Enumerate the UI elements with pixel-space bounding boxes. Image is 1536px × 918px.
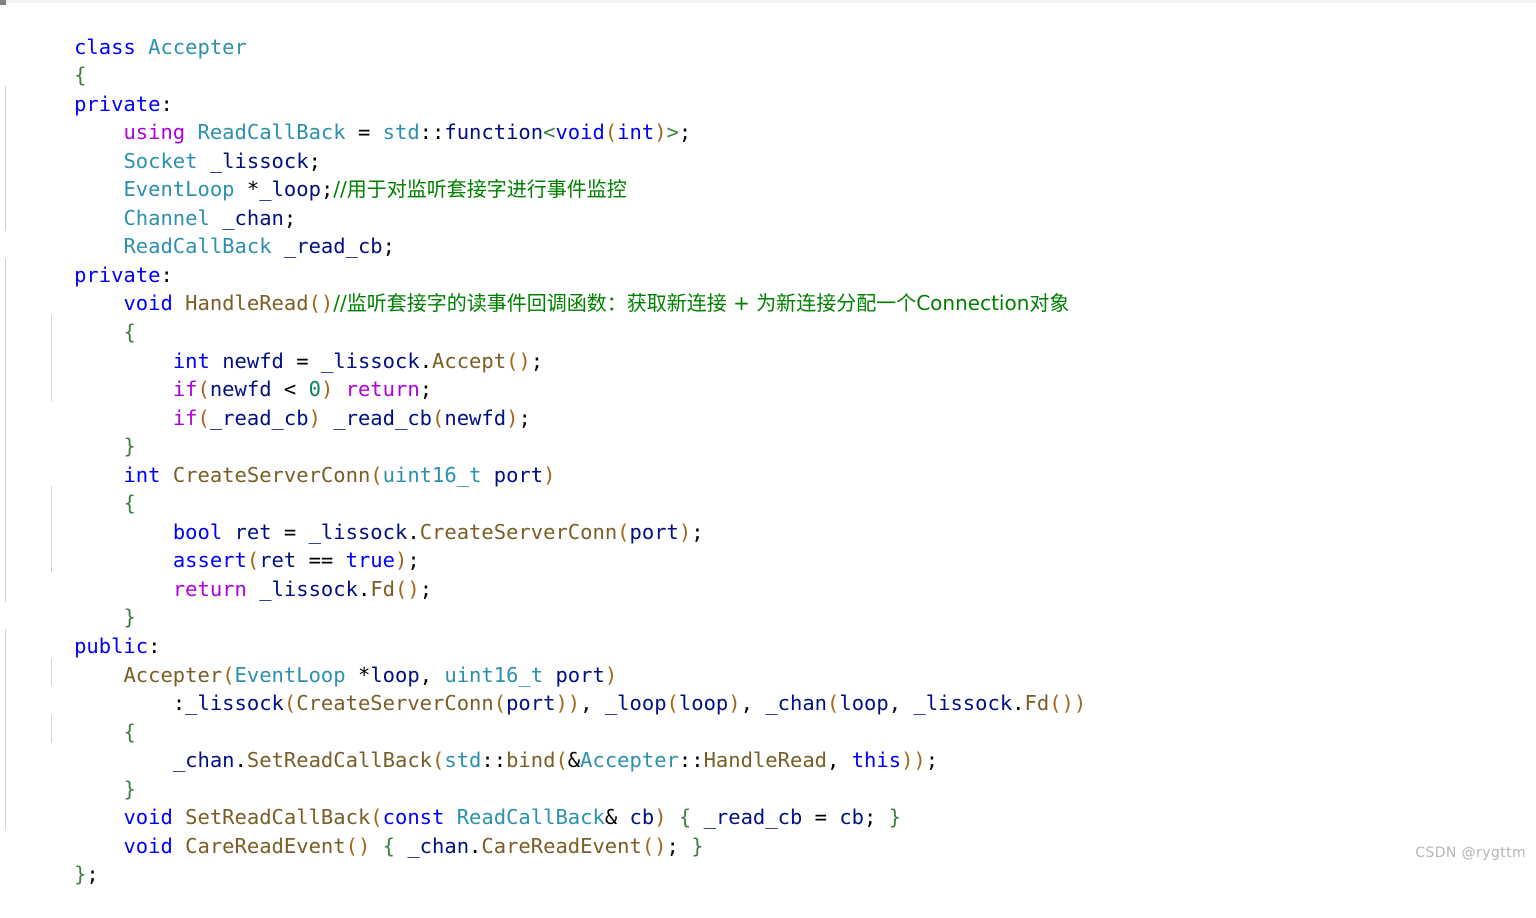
code-line[interactable]: int CreateServerConn(uint16_t port) bbox=[0, 432, 1536, 487]
code-line[interactable]: { bbox=[0, 33, 1536, 87]
code-line[interactable]: } bbox=[0, 746, 1536, 801]
code-line[interactable]: class Accepter bbox=[0, 4, 1536, 59]
code-line[interactable]: private: bbox=[0, 232, 1536, 287]
code-line[interactable]: void SetReadCallBack(const ReadCallBack&… bbox=[0, 775, 1536, 829]
code-line[interactable]: } bbox=[0, 404, 1536, 458]
code-line[interactable]: Channel _chan; bbox=[0, 175, 1536, 230]
code-line[interactable]: Socket _lissock; bbox=[0, 118, 1536, 173]
code-line[interactable]: { bbox=[0, 289, 1536, 344]
code-block[interactable]: class Accepter { private: using ReadCall… bbox=[0, 0, 1536, 887]
code-line[interactable]: if(_read_cb) _read_cb(newfd); bbox=[0, 375, 1536, 430]
token-brace: } bbox=[74, 862, 87, 887]
code-line[interactable]: using ReadCallBack = std::function<void(… bbox=[0, 90, 1536, 144]
code-line[interactable]: ReadCallBack _read_cb; bbox=[0, 204, 1536, 258]
code-line[interactable]: Accepter(EventLoop *loop, uint16_t port) bbox=[0, 632, 1536, 687]
code-line[interactable]: }; bbox=[0, 832, 1536, 886]
code-line[interactable]: { bbox=[0, 461, 1536, 515]
code-line[interactable]: void CareReadEvent() { _chan.CareReadEve… bbox=[0, 803, 1536, 858]
code-line[interactable]: if(newfd < 0) return; bbox=[0, 347, 1536, 401]
code-line[interactable]: assert(ret == true); bbox=[0, 518, 1536, 572]
code-line[interactable]: bool ret = _lissock.CreateServerConn(por… bbox=[0, 489, 1536, 544]
watermark-label: CSDN @rygttm bbox=[1415, 845, 1526, 861]
code-line[interactable]: public: bbox=[0, 603, 1536, 658]
code-line[interactable]: { bbox=[0, 689, 1536, 744]
code-line[interactable]: EventLoop *_loop;//用于对监听套接字进行事件监控 bbox=[0, 147, 1536, 201]
code-line[interactable]: private: bbox=[0, 61, 1536, 116]
code-line[interactable]: _chan.SetReadCallBack(std::bind(&Accepte… bbox=[0, 718, 1536, 772]
code-line[interactable]: int newfd = _lissock.Accept(); bbox=[0, 318, 1536, 373]
code-line[interactable]: } bbox=[0, 575, 1536, 629]
code-line[interactable]: :_lissock(CreateServerConn(port)), _loop… bbox=[0, 661, 1536, 715]
code-viewer[interactable]: class Accepter { private: using ReadCall… bbox=[0, 0, 1536, 887]
code-line[interactable]: void HandleRead()//监听套接字的读事件回调函数：获取新连接 +… bbox=[0, 261, 1536, 315]
code-line[interactable]: return _lissock.Fd(); bbox=[0, 546, 1536, 601]
